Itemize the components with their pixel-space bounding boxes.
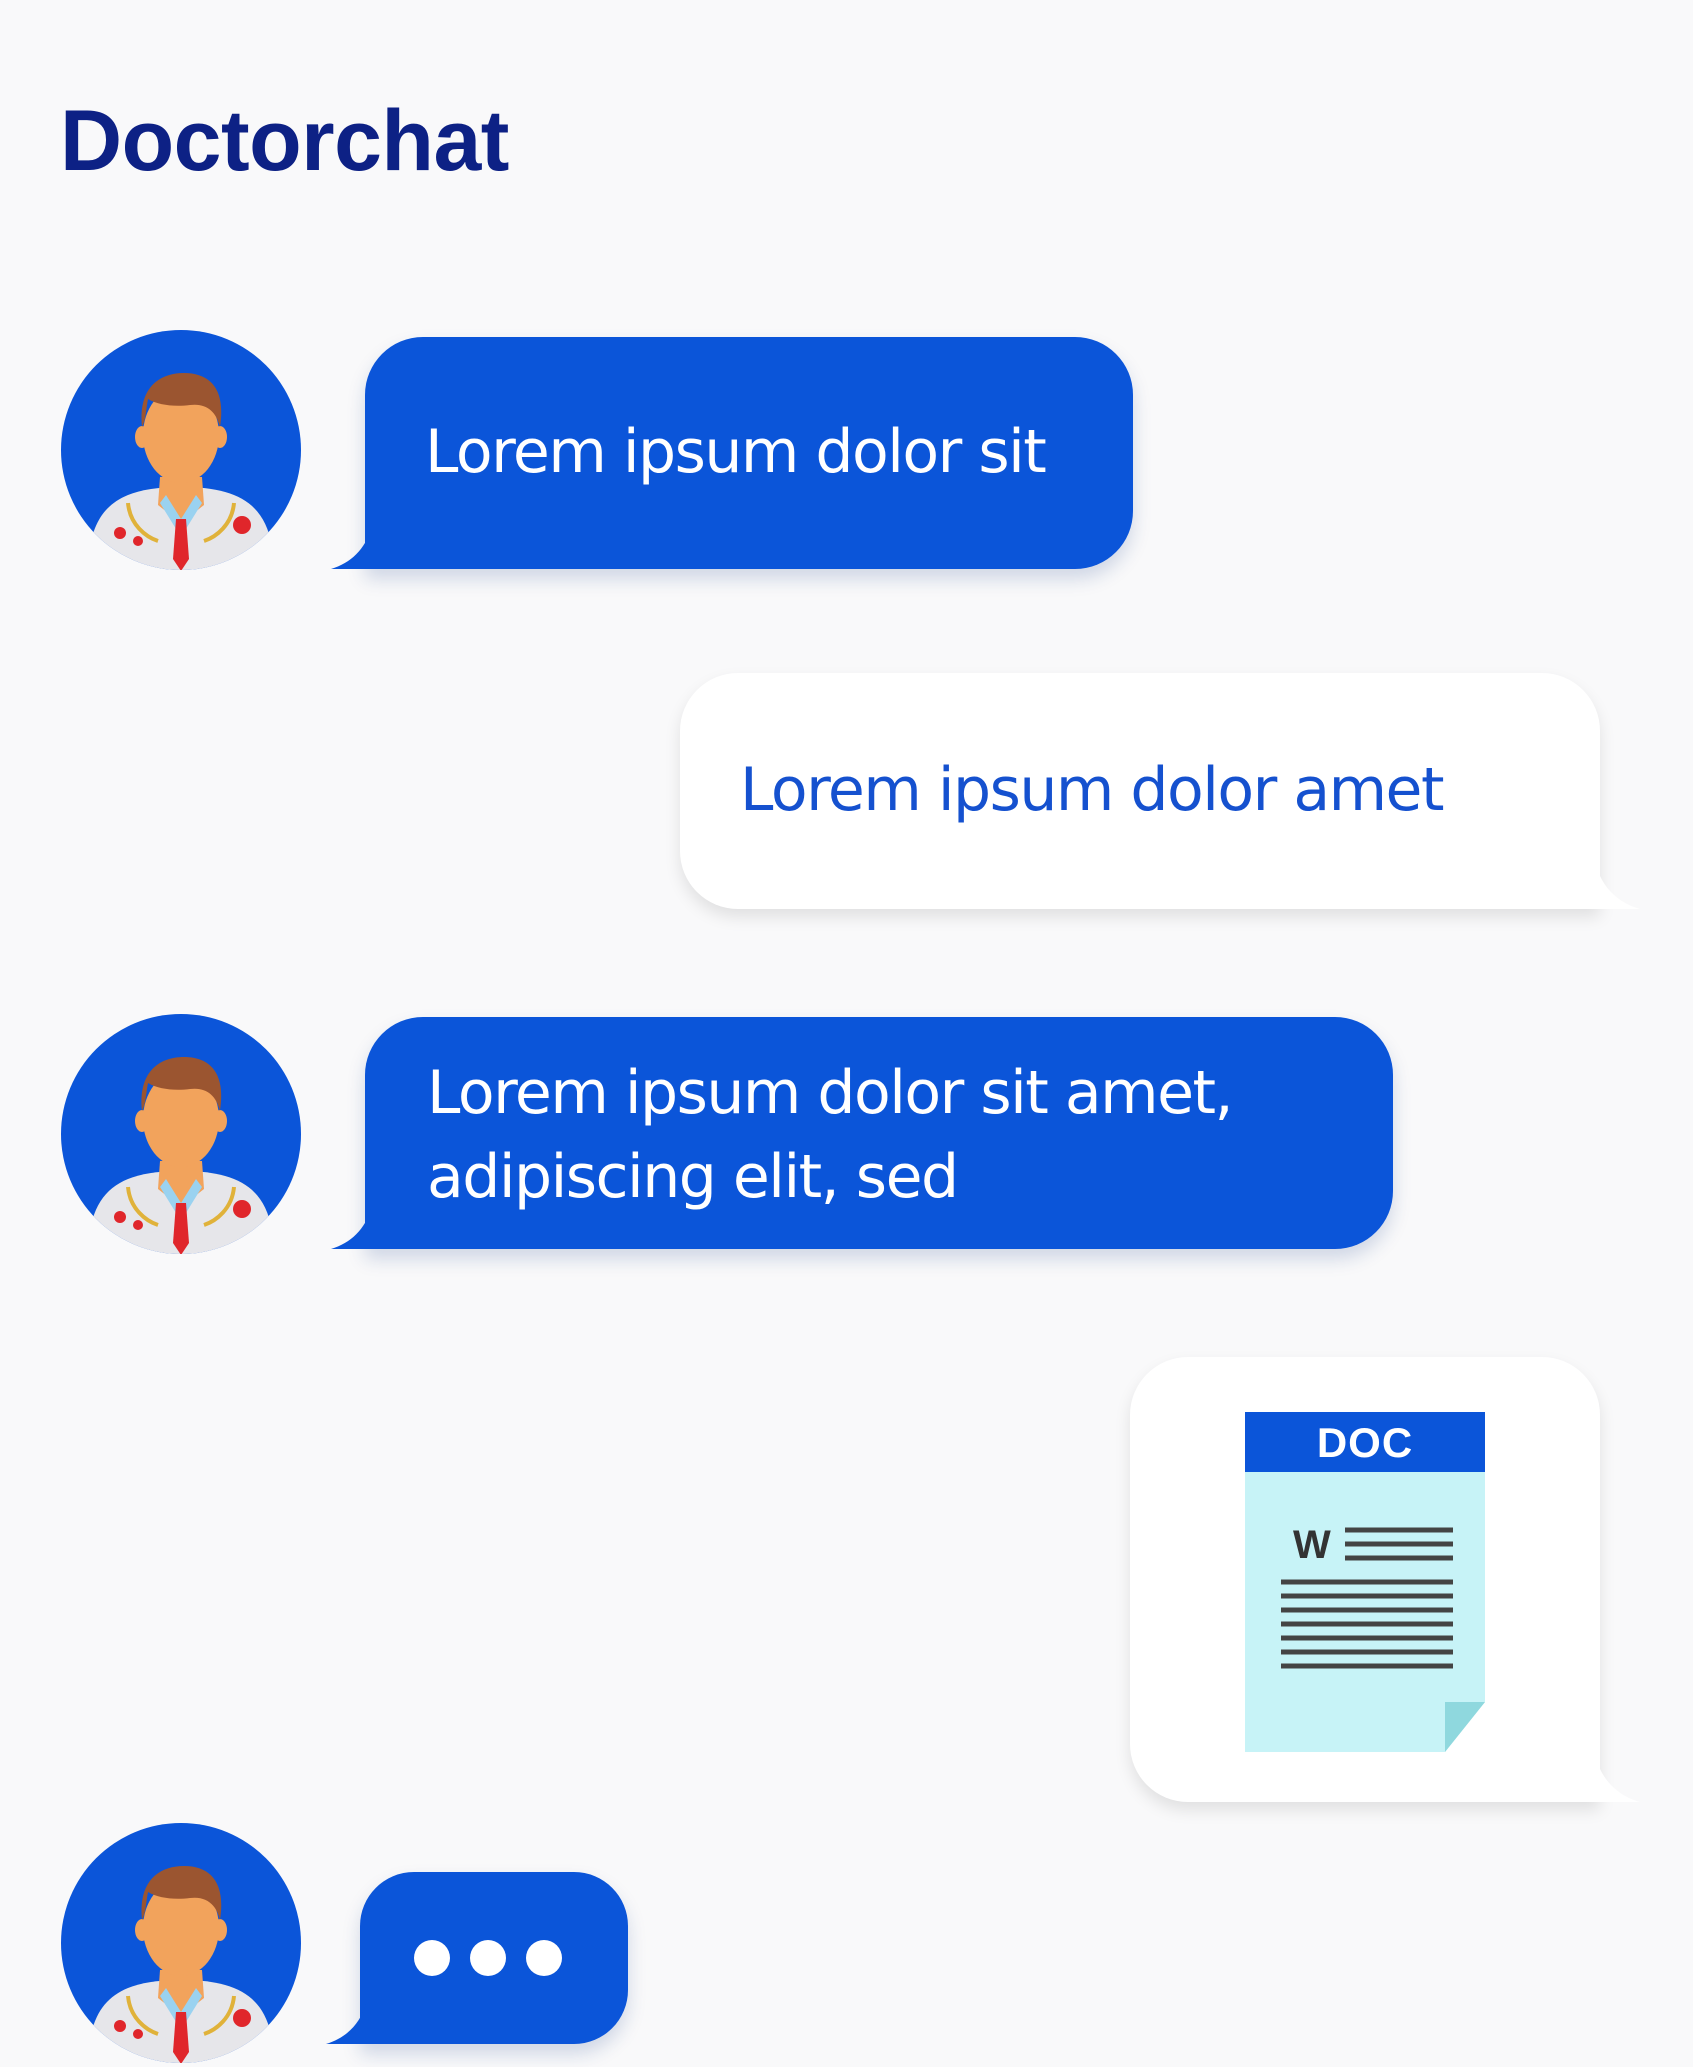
doc-label: DOC	[1316, 1419, 1414, 1466]
word-document-icon[interactable]: W DOC	[1245, 1412, 1485, 1752]
typing-dot	[526, 1940, 562, 1976]
patient-message-bubble[interactable]: Lorem ipsum dolor amet	[680, 673, 1640, 909]
doctor-message-bubble[interactable]: Lorem ipsum dolor sit amet, adipiscing e…	[331, 1017, 1393, 1249]
typing-dot	[414, 1940, 450, 1976]
message-line: adipiscing elit, sed	[427, 1142, 959, 1212]
doctor-avatar[interactable]	[58, 1011, 304, 1257]
doctor-icon	[61, 330, 301, 570]
attachment-message-bubble[interactable]: W DOC	[1130, 1357, 1640, 1802]
message-text: Lorem ipsum dolor sit amet, adipiscing e…	[427, 1051, 1234, 1219]
typing-indicator-bubble	[326, 1872, 628, 2044]
doctor-icon	[61, 1014, 301, 1254]
message-line: Lorem ipsum dolor sit amet,	[427, 1058, 1234, 1128]
doctor-icon	[61, 1823, 301, 2063]
svg-text:W: W	[1293, 1523, 1331, 1567]
message-text: Lorem ipsum dolor sit	[425, 417, 1047, 487]
message-text: Lorem ipsum dolor amet	[740, 755, 1445, 825]
doctor-message-bubble[interactable]: Lorem ipsum dolor sit	[331, 337, 1133, 569]
doctor-avatar[interactable]	[58, 327, 304, 573]
app-title: Doctorchat	[60, 93, 509, 189]
typing-dots-icon	[414, 1940, 562, 1976]
doctor-avatar[interactable]	[58, 1820, 304, 2066]
typing-dot	[470, 1940, 506, 1976]
